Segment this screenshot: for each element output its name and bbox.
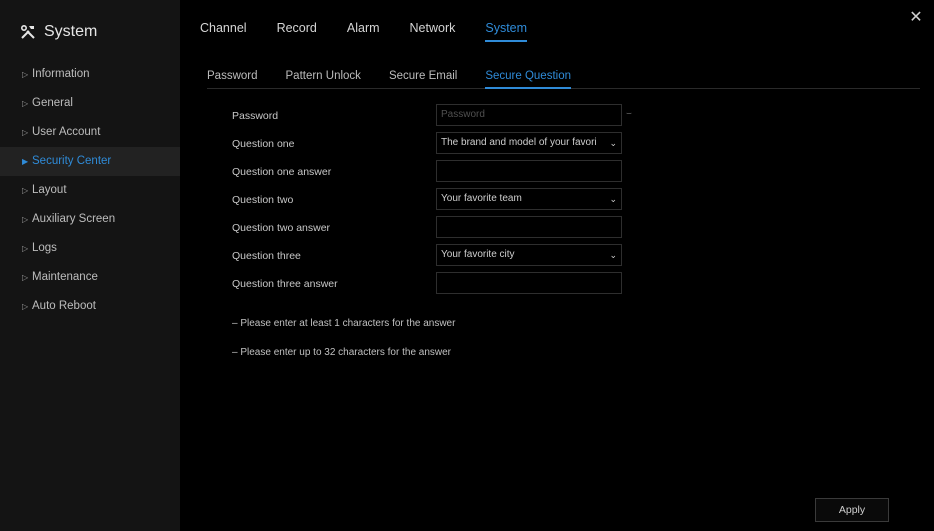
question-three-answer-row: Question three answer: [232, 272, 692, 300]
tab-alarm[interactable]: Alarm: [347, 0, 380, 50]
question-three-value: Your favorite city: [441, 249, 515, 260]
question-one-label: Question one: [232, 138, 295, 150]
triangle-right-icon: ▷: [22, 70, 29, 79]
subtab-pattern-unlock[interactable]: Pattern Unlock: [286, 64, 361, 88]
sidebar-menu: ▷ Information ▷ General ▷ User Account ▶ Sec…: [0, 60, 180, 321]
question-one-answer-row: Question one answer: [232, 160, 692, 188]
question-two-label: Question two: [232, 194, 294, 206]
subtab-password[interactable]: Password: [207, 64, 258, 88]
triangle-right-icon: ▷: [22, 244, 29, 253]
tab-channel[interactable]: Channel: [200, 0, 247, 50]
sidebar: System ▷ Information ▷ General ▷ User Accou…: [0, 0, 180, 531]
triangle-right-icon: ▷: [22, 215, 29, 224]
sidebar-item-auxiliary-screen[interactable]: ▷ Auxiliary Screen: [0, 205, 180, 234]
question-two-answer-field[interactable]: [436, 216, 622, 238]
password-field[interactable]: Password: [436, 104, 622, 126]
subtab-secure-question[interactable]: Secure Question: [485, 64, 571, 89]
question-three-select[interactable]: Your favorite city ⌄: [436, 244, 622, 266]
sidebar-item-auto-reboot[interactable]: ▷ Auto Reboot: [0, 292, 180, 321]
sidebar-item-general[interactable]: ▷ General: [0, 89, 180, 118]
question-one-row: Question one The brand and model of your…: [232, 132, 692, 160]
question-three-row: Question three Your favorite city ⌄: [232, 244, 692, 272]
tab-network[interactable]: Network: [410, 0, 456, 50]
question-one-select[interactable]: The brand and model of your favori ⌄: [436, 132, 622, 154]
sidebar-item-layout[interactable]: ▷ Layout: [0, 176, 180, 205]
password-label: Password: [232, 110, 279, 122]
apply-button[interactable]: Apply: [815, 498, 889, 522]
question-two-value: Your favorite team: [441, 193, 522, 204]
password-row: Password Password ⌣: [232, 104, 692, 132]
chevron-down-icon: ⌄: [609, 194, 617, 204]
subtab-secure-email[interactable]: Secure Email: [389, 64, 457, 88]
chevron-down-icon: ⌄: [609, 250, 617, 260]
triangle-right-icon: ▶: [22, 157, 29, 166]
triangle-right-icon: ▷: [22, 302, 29, 311]
sidebar-item-maintenance[interactable]: ▷ Maintenance: [0, 263, 180, 292]
question-three-answer-field[interactable]: [436, 272, 622, 294]
sidebar-item-user-account[interactable]: ▷ User Account: [0, 118, 180, 147]
tools-icon: [20, 24, 36, 40]
sidebar-item-logs[interactable]: ▷ Logs: [0, 234, 180, 263]
triangle-right-icon: ▷: [22, 273, 29, 282]
triangle-right-icon: ▷: [22, 128, 29, 137]
top-navigation: Channel Record Alarm Network System: [200, 0, 557, 50]
hint-max-length: – Please enter up to 32 characters for t…: [232, 347, 452, 358]
question-two-select[interactable]: Your favorite team ⌄: [436, 188, 622, 210]
sub-navigation: Password Pattern Unlock Secure Email Sec…: [207, 64, 920, 89]
secure-question-form: Password Password ⌣ Question one The bra…: [232, 104, 692, 300]
triangle-right-icon: ▷: [22, 99, 29, 108]
question-three-label: Question three: [232, 250, 301, 262]
question-three-answer-label: Question three answer: [232, 278, 338, 290]
close-icon[interactable]: ✕: [906, 8, 926, 28]
chevron-down-icon: ⌄: [609, 138, 617, 148]
app-title-text: System: [44, 23, 98, 40]
triangle-right-icon: ▷: [22, 186, 29, 195]
question-one-answer-label: Question one answer: [232, 166, 332, 178]
sidebar-item-information[interactable]: ▷ Information: [0, 60, 180, 89]
question-one-answer-field[interactable]: [436, 160, 622, 182]
sidebar-item-security-center[interactable]: ▶ Security Center: [0, 147, 180, 176]
tab-record[interactable]: Record: [277, 0, 317, 50]
hint-min-length: – Please enter at least 1 characters for…: [232, 318, 456, 329]
question-two-row: Question two Your favorite team ⌄: [232, 188, 692, 216]
show-password-icon[interactable]: ⌣: [626, 108, 632, 119]
question-one-value: The brand and model of your favori: [441, 137, 597, 148]
app-title: System: [20, 20, 97, 44]
question-two-answer-label: Question two answer: [232, 222, 331, 234]
question-two-answer-row: Question two answer: [232, 216, 692, 244]
tab-system[interactable]: System: [485, 0, 527, 50]
